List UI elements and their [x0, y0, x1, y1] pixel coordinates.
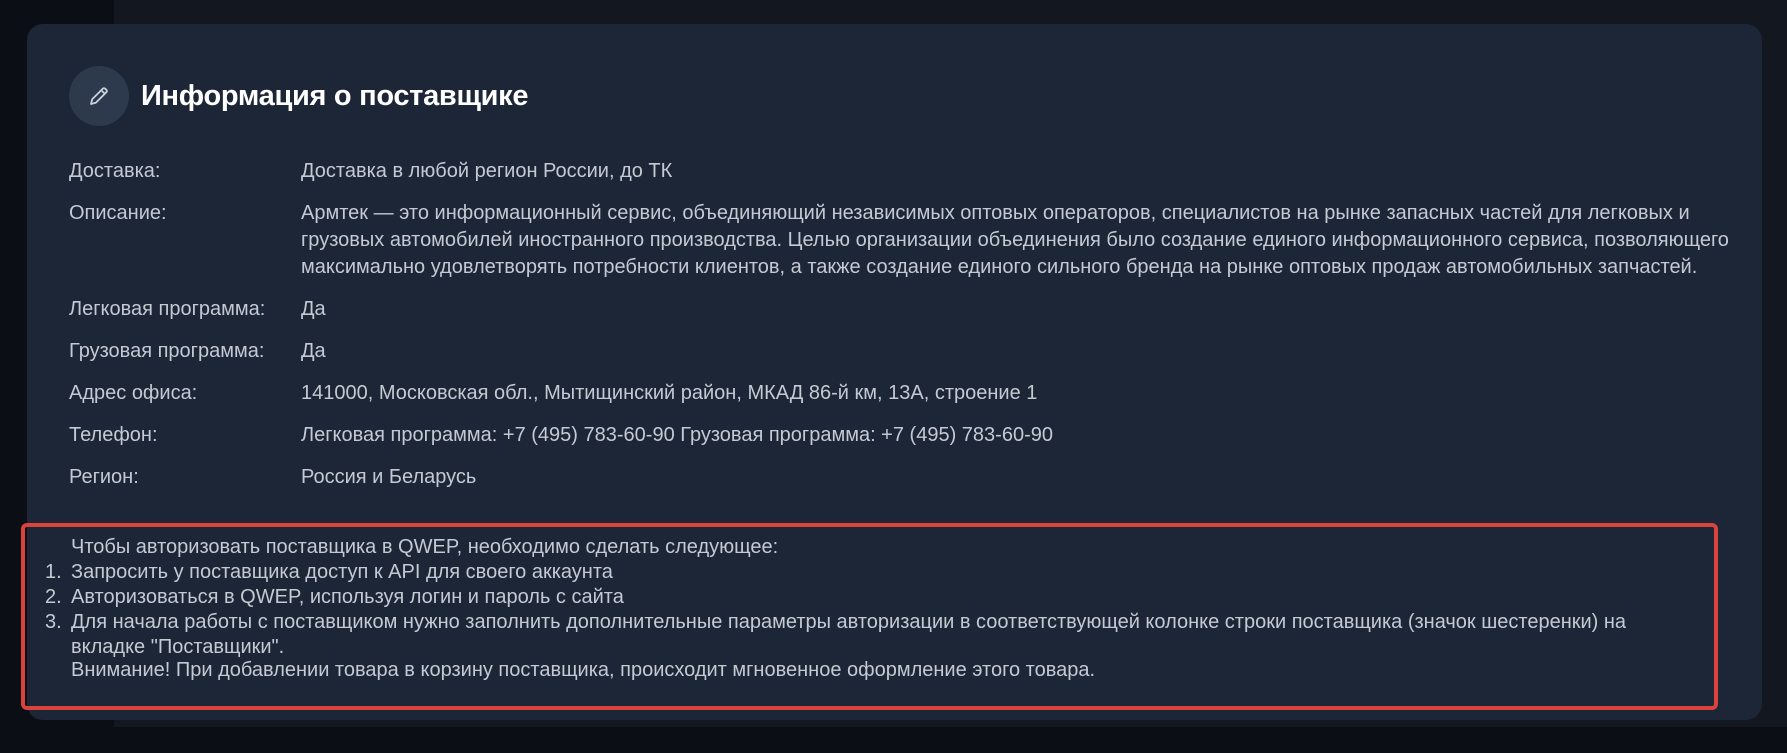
field-label: Регион: — [69, 466, 139, 488]
page-background-footer — [0, 727, 1787, 753]
field-label: Адрес офиса: — [69, 382, 198, 404]
page-title: Информация о поставщике — [141, 79, 529, 112]
step-number: 1. — [45, 561, 62, 583]
instructions-steps: 1. Запросить у поставщика доступ к API д… — [45, 560, 1691, 660]
authorization-instructions: Чтобы авторизовать поставщика в QWEP, не… — [21, 523, 1718, 710]
supplier-fields: Доставка: Доставка в любой регион России… — [69, 158, 1771, 506]
field-label: Грузовая программа: — [69, 340, 265, 362]
step-text: Для начала работы с поставщиком нужно за… — [71, 611, 1627, 658]
field-row-description: Описание: Армтек — это информационный се… — [69, 200, 1771, 281]
edit-button[interactable] — [69, 66, 129, 126]
field-row-passenger-program: Легковая программа: Да — [69, 296, 1771, 323]
step-text: Запросить у поставщика доступ к API для … — [71, 561, 613, 583]
field-label: Описание: — [69, 202, 167, 224]
list-item: 2. Авторизоваться в QWEP, используя логи… — [45, 585, 1691, 610]
field-value: Россия и Беларусь — [301, 466, 477, 488]
instructions-intro: Чтобы авторизовать поставщика в QWEP, не… — [71, 536, 779, 558]
field-value: Армтек — это информационный сервис, объе… — [301, 202, 1729, 278]
field-label: Легковая программа: — [69, 298, 266, 320]
field-row-office-address: Адрес офиса: 141000, Московская обл., Мы… — [69, 380, 1771, 407]
step-text: Авторизоваться в QWEP, используя логин и… — [71, 586, 624, 608]
field-row-phone: Телефон: Легковая программа: +7 (495) 78… — [69, 422, 1771, 449]
field-value: Легковая программа: +7 (495) 783-60-90 Г… — [301, 424, 1053, 446]
step-number: 3. — [45, 611, 62, 633]
field-value: Да — [301, 340, 326, 362]
list-item: 3. Для начала работы с поставщиком нужно… — [45, 610, 1691, 660]
field-label: Телефон: — [69, 424, 158, 446]
field-value: 141000, Московская обл., Мытищинский рай… — [301, 382, 1038, 404]
step-number: 2. — [45, 586, 62, 608]
field-value: Да — [301, 298, 326, 320]
card-header: Информация о поставщике — [69, 66, 528, 126]
field-value: Доставка в любой регион России, до ТК — [301, 160, 673, 182]
instructions-warning: Внимание! При добавлении товара в корзин… — [71, 659, 1096, 681]
field-label: Доставка: — [69, 160, 161, 182]
field-row-delivery: Доставка: Доставка в любой регион России… — [69, 158, 1771, 185]
field-row-truck-program: Грузовая программа: Да — [69, 338, 1771, 365]
field-row-region: Регион: Россия и Беларусь — [69, 464, 1771, 491]
pencil-icon — [90, 87, 108, 105]
list-item: 1. Запросить у поставщика доступ к API д… — [45, 560, 1691, 585]
